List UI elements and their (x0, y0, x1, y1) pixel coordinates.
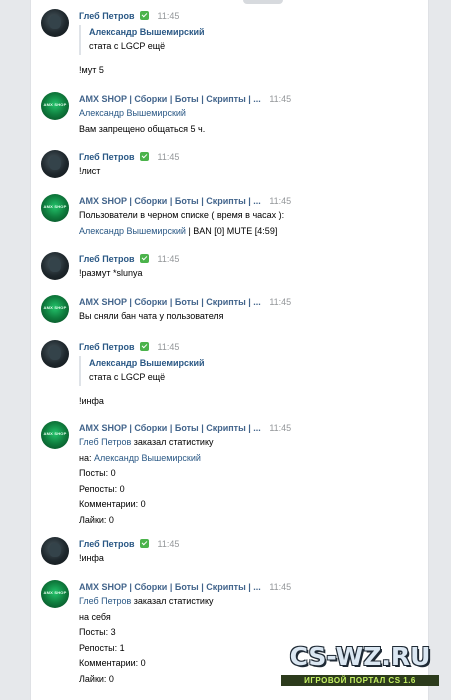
avatar[interactable] (41, 252, 69, 280)
ban-status-text: | BAN [0] MUTE [4:59] (185, 225, 278, 236)
stats-request-line: Глеб Петров заказал статистику (79, 435, 424, 451)
avatar[interactable]: AMX SHOP (41, 92, 69, 120)
message-time[interactable]: 11:45 (269, 582, 291, 592)
avatar[interactable]: AMX SHOP (41, 194, 69, 222)
message-text: Вы сняли бан чата у пользователя (79, 311, 224, 321)
message-text: !инфа (79, 553, 104, 563)
message-author[interactable]: AMX SHOP | Сборки | Боты | Скрипты | ... (79, 196, 261, 206)
message-author[interactable]: Глеб Петров (79, 342, 135, 352)
scroll-top-tab[interactable] (243, 0, 283, 4)
avatar-label: AMX SHOP (43, 305, 67, 310)
watermark-logo-text: CS-WZ.RU (289, 642, 431, 671)
message-time[interactable]: 11:45 (158, 342, 180, 352)
avatar[interactable] (41, 537, 69, 565)
chat-history: Глеб Петров 11:45 Александр Вышемирский … (30, 0, 429, 700)
message-author[interactable]: AMX SHOP | Сборки | Боты | Скрипты | ... (79, 297, 261, 307)
watermark-tagline: ИГРОВОЙ ПОРТАЛ CS 1.6 (281, 675, 439, 686)
stat-comments: Комментарии: 0 (79, 499, 146, 509)
quoted-message[interactable]: Александр Вышемирский стата с LGCP ещё (79, 25, 424, 55)
stat-posts: Посты: 0 (79, 468, 116, 478)
avatar[interactable]: AMX SHOP (41, 295, 69, 323)
stat-reposts: Репосты: 0 (79, 483, 125, 494)
message-text: !лист (79, 166, 101, 176)
quote-text: стата с LGCP ещё (89, 372, 166, 382)
avatar-label: AMX SHOP (43, 590, 67, 595)
verified-icon (140, 342, 150, 351)
message-time[interactable]: 11:45 (269, 297, 291, 307)
verified-icon (140, 11, 150, 20)
site-watermark: CS-WZ.RU ИГРОВОЙ ПОРТАЛ CS 1.6 (275, 642, 445, 694)
message-text: Пользователи в черном списке ( время в ч… (79, 210, 285, 220)
message-author[interactable]: AMX SHOP | Сборки | Боты | Скрипты | ... (79, 423, 261, 433)
avatar-label: AMX SHOP (43, 102, 67, 107)
user-mention-link[interactable]: Глеб Петров (79, 437, 131, 447)
message-author[interactable]: Глеб Петров (79, 539, 135, 549)
stats-request-text: заказал статистику (131, 596, 214, 606)
stats-target-line: на себя (79, 611, 111, 622)
message-author[interactable]: Глеб Петров (79, 152, 135, 162)
message-text: !мут 5 (79, 64, 104, 75)
message-time[interactable]: 11:45 (158, 254, 180, 264)
avatar[interactable]: AMX SHOP (41, 421, 69, 449)
verified-icon (140, 254, 150, 263)
message-author[interactable]: AMX SHOP | Сборки | Боты | Скрипты | ... (79, 94, 261, 104)
avatar[interactable] (41, 150, 69, 178)
avatar-label: AMX SHOP (43, 204, 67, 209)
blacklist-entry: Александр Вышемирский | BAN [0] MUTE [4:… (79, 224, 424, 240)
user-mention-link[interactable]: Александр Вышемирский (79, 226, 186, 236)
quote-text: стата с LGCP ещё (89, 41, 166, 51)
message-text: !инфа (79, 395, 104, 406)
message-author[interactable]: Глеб Петров (79, 11, 135, 21)
verified-icon (140, 539, 150, 548)
message-time[interactable]: 11:45 (269, 423, 291, 433)
stats-request-line: Глеб Петров заказал статистику (79, 594, 424, 610)
user-mention-link[interactable]: Александр Вышемирский (94, 453, 201, 463)
message-time[interactable]: 11:45 (158, 539, 180, 549)
stat-likes: Лайки: 0 (79, 514, 114, 525)
quote-author[interactable]: Александр Вышемирский (89, 356, 424, 370)
avatar-label: AMX SHOP (43, 431, 67, 436)
avatar[interactable] (41, 340, 69, 368)
message-author[interactable]: AMX SHOP | Сборки | Боты | Скрипты | ... (79, 582, 261, 592)
message-time[interactable]: 11:45 (158, 152, 180, 162)
quoted-message[interactable]: Александр Вышемирский стата с LGCP ещё (79, 356, 424, 386)
stats-request-text: заказал статистику (131, 437, 214, 447)
user-mention-link[interactable]: Глеб Петров (79, 596, 131, 606)
quote-author[interactable]: Александр Вышемирский (89, 25, 424, 39)
verified-icon (140, 152, 150, 161)
message-time[interactable]: 11:45 (158, 11, 180, 21)
avatar[interactable] (41, 9, 69, 37)
user-mention-link[interactable]: Александр Вышемирский (79, 106, 424, 122)
stats-target-prefix: на: (79, 452, 94, 463)
stats-target-line: на: Александр Вышемирский (79, 451, 424, 467)
message-time[interactable]: 11:45 (269, 196, 291, 206)
message-text: Вам запрещено общаться 5 ч. (79, 123, 206, 134)
message-author[interactable]: Глеб Петров (79, 254, 135, 264)
message-text: !размут *slunya (79, 268, 143, 278)
avatar[interactable]: AMX SHOP (41, 580, 69, 608)
stat-posts: Посты: 3 (79, 627, 116, 637)
message-time[interactable]: 11:45 (269, 94, 291, 104)
